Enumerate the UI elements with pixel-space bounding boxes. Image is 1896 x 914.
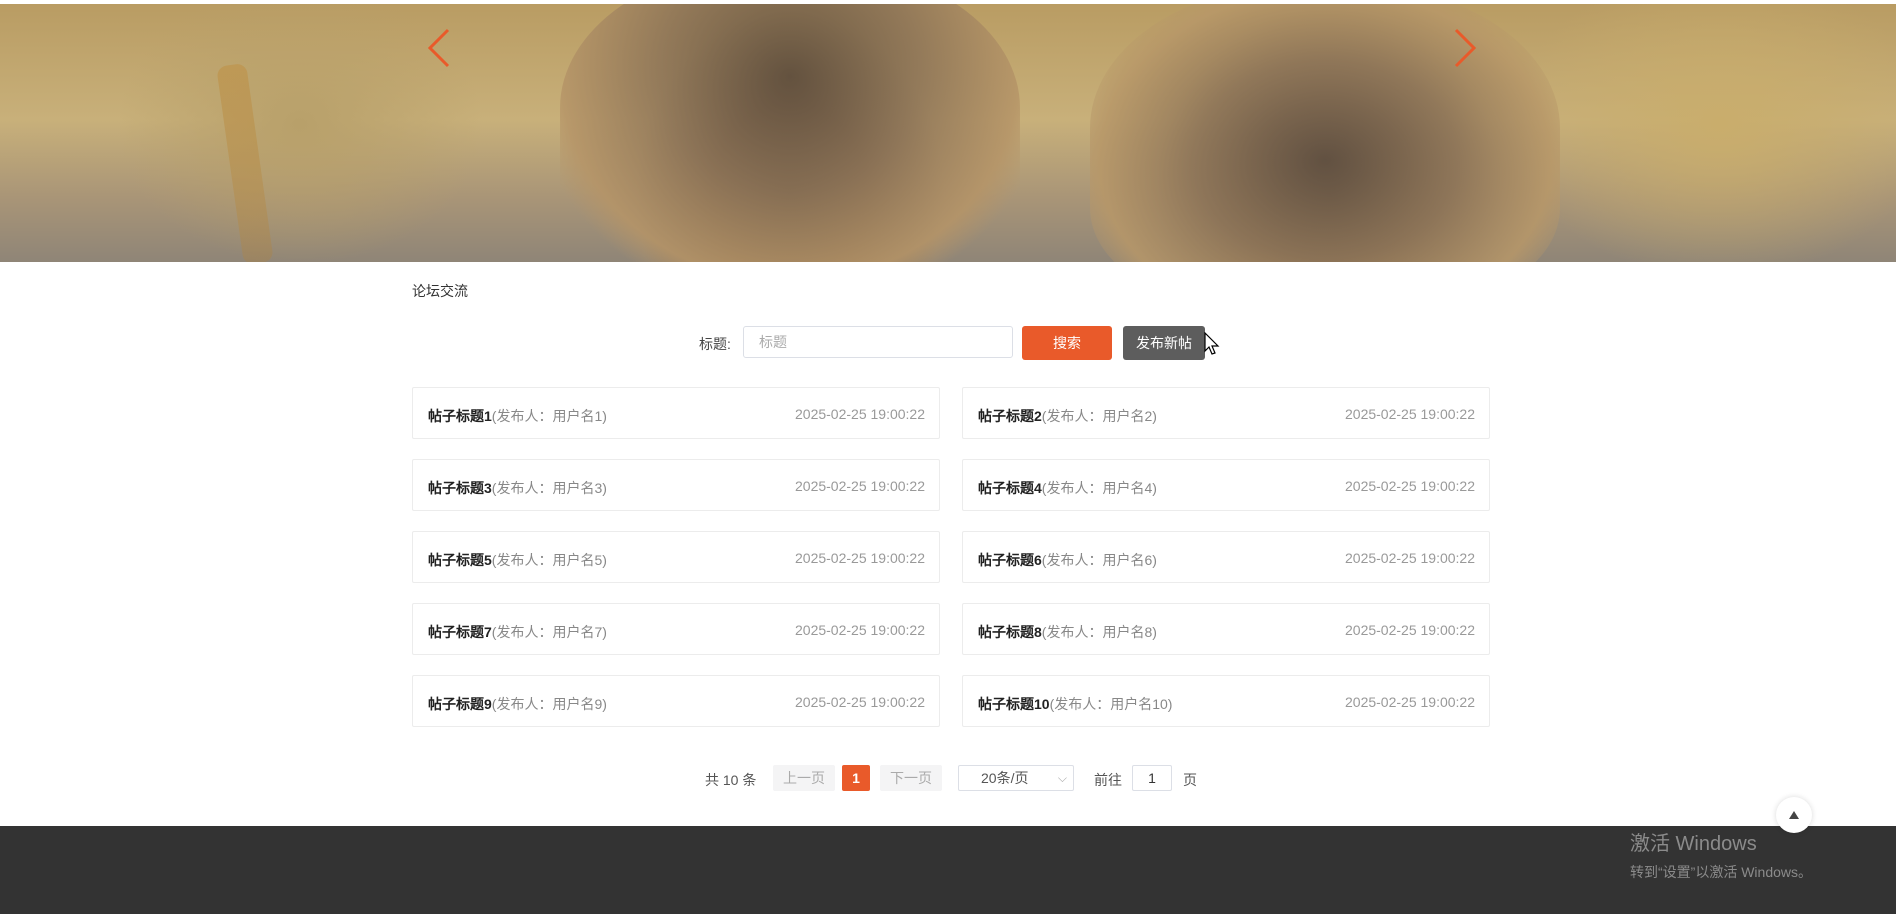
post-author: (发布人：用户名1) bbox=[491, 408, 607, 424]
hero-banner bbox=[0, 4, 1896, 262]
search-button[interactable]: 搜索 bbox=[1022, 326, 1112, 360]
post-title-text: 帖子标题4 bbox=[978, 480, 1042, 496]
pagination: 共 10 条 上一页 1 下一页 20条/页 ⌵ 前往 页 bbox=[0, 765, 1896, 793]
post-title-text: 帖子标题1 bbox=[428, 408, 492, 424]
post-date: 2025-02-25 19:00:22 bbox=[795, 694, 925, 710]
post-heading: 帖子标题5(发布人：用户名5) bbox=[428, 550, 607, 570]
post-heading: 帖子标题3(发布人：用户名3) bbox=[428, 478, 607, 498]
page-size-value: 20条/页 bbox=[981, 770, 1029, 786]
post-heading: 帖子标题7(发布人：用户名7) bbox=[428, 622, 607, 642]
post-card[interactable]: 帖子标题6(发布人：用户名6) 2025-02-25 19:00:22 bbox=[962, 531, 1490, 583]
post-heading: 帖子标题1(发布人：用户名1) bbox=[428, 406, 607, 426]
post-card[interactable]: 帖子标题5(发布人：用户名5) 2025-02-25 19:00:22 bbox=[412, 531, 940, 583]
post-heading: 帖子标题8(发布人：用户名8) bbox=[978, 622, 1157, 642]
post-author: (发布人：用户名7) bbox=[491, 624, 607, 640]
mouse-cursor-icon bbox=[1204, 332, 1220, 355]
post-date: 2025-02-25 19:00:22 bbox=[1345, 406, 1475, 422]
search-label: 标题: bbox=[699, 336, 731, 352]
windows-activation-watermark: 激活 Windows 转到“设置”以激活 Windows。 bbox=[1630, 827, 1812, 882]
post-title-text: 帖子标题6 bbox=[978, 552, 1042, 568]
post-author: (发布人：用户名6) bbox=[1041, 552, 1157, 568]
post-author: (发布人：用户名5) bbox=[491, 552, 607, 568]
post-title-text: 帖子标题9 bbox=[428, 696, 492, 712]
page-number-current[interactable]: 1 bbox=[842, 765, 870, 791]
post-date: 2025-02-25 19:00:22 bbox=[1345, 478, 1475, 494]
pagination-total: 共 10 条 bbox=[705, 772, 757, 788]
caret-up-icon bbox=[1789, 811, 1799, 819]
goto-page-unit: 页 bbox=[1183, 772, 1197, 788]
post-author: (发布人：用户名4) bbox=[1041, 480, 1157, 496]
carousel-next-button[interactable] bbox=[1442, 26, 1482, 70]
post-title-text: 帖子标题5 bbox=[428, 552, 492, 568]
post-heading: 帖子标题9(发布人：用户名9) bbox=[428, 694, 607, 714]
post-card[interactable]: 帖子标题1(发布人：用户名1) 2025-02-25 19:00:22 bbox=[412, 387, 940, 439]
prev-page-button[interactable]: 上一页 bbox=[773, 765, 835, 791]
footer bbox=[0, 826, 1896, 914]
chevron-down-icon: ⌵ bbox=[1057, 771, 1067, 785]
post-title-text: 帖子标题8 bbox=[978, 624, 1042, 640]
chevron-left-icon bbox=[427, 28, 450, 68]
post-title-text: 帖子标题3 bbox=[428, 480, 492, 496]
post-heading: 帖子标题2(发布人：用户名2) bbox=[978, 406, 1157, 426]
post-heading: 帖子标题10(发布人：用户名10) bbox=[978, 694, 1172, 714]
search-bar: 标题: 搜索 发布新帖 bbox=[0, 325, 1896, 361]
post-card[interactable]: 帖子标题4(发布人：用户名4) 2025-02-25 19:00:22 bbox=[962, 459, 1490, 511]
search-input[interactable] bbox=[743, 326, 1013, 358]
post-card[interactable]: 帖子标题2(发布人：用户名2) 2025-02-25 19:00:22 bbox=[962, 387, 1490, 439]
post-heading: 帖子标题6(发布人：用户名6) bbox=[978, 550, 1157, 570]
post-author: (发布人：用户名8) bbox=[1041, 624, 1157, 640]
post-title-text: 帖子标题2 bbox=[978, 408, 1042, 424]
back-to-top-button[interactable] bbox=[1776, 797, 1812, 833]
post-date: 2025-02-25 19:00:22 bbox=[1345, 622, 1475, 638]
post-card[interactable]: 帖子标题7(发布人：用户名7) 2025-02-25 19:00:22 bbox=[412, 603, 940, 655]
post-date: 2025-02-25 19:00:22 bbox=[795, 550, 925, 566]
post-card[interactable]: 帖子标题3(发布人：用户名3) 2025-02-25 19:00:22 bbox=[412, 459, 940, 511]
banner-grass bbox=[216, 62, 274, 262]
post-date: 2025-02-25 19:00:22 bbox=[1345, 694, 1475, 710]
post-date: 2025-02-25 19:00:22 bbox=[1345, 550, 1475, 566]
carousel-prev-button[interactable] bbox=[422, 26, 462, 70]
post-date: 2025-02-25 19:00:22 bbox=[795, 406, 925, 422]
post-title-text: 帖子标题10 bbox=[978, 696, 1050, 712]
post-card[interactable]: 帖子标题8(发布人：用户名8) 2025-02-25 19:00:22 bbox=[962, 603, 1490, 655]
post-author: (发布人：用户名2) bbox=[1041, 408, 1157, 424]
post-date: 2025-02-25 19:00:22 bbox=[795, 478, 925, 494]
post-author: (发布人：用户名10) bbox=[1049, 696, 1173, 712]
goto-label: 前往 bbox=[1094, 772, 1122, 788]
banner-meerkat-left bbox=[560, 4, 1020, 262]
next-page-button[interactable]: 下一页 bbox=[880, 765, 942, 791]
post-author: (发布人：用户名3) bbox=[491, 480, 607, 496]
page-size-select[interactable]: 20条/页 ⌵ bbox=[958, 765, 1074, 791]
post-date: 2025-02-25 19:00:22 bbox=[795, 622, 925, 638]
goto-page-input[interactable] bbox=[1132, 765, 1172, 791]
post-heading: 帖子标题4(发布人：用户名4) bbox=[978, 478, 1157, 498]
chevron-right-icon bbox=[1454, 28, 1477, 68]
new-post-button[interactable]: 发布新帖 bbox=[1123, 326, 1205, 360]
post-title-text: 帖子标题7 bbox=[428, 624, 492, 640]
watermark-line-1: 激活 Windows bbox=[1630, 833, 1757, 855]
post-card[interactable]: 帖子标题10(发布人：用户名10) 2025-02-25 19:00:22 bbox=[962, 675, 1490, 727]
breadcrumb: 论坛交流 bbox=[412, 283, 468, 299]
watermark-line-2: 转到“设置”以激活 Windows。 bbox=[1630, 864, 1813, 880]
banner-meerkat-right bbox=[1090, 4, 1560, 262]
post-card[interactable]: 帖子标题9(发布人：用户名9) 2025-02-25 19:00:22 bbox=[412, 675, 940, 727]
post-author: (发布人：用户名9) bbox=[491, 696, 607, 712]
